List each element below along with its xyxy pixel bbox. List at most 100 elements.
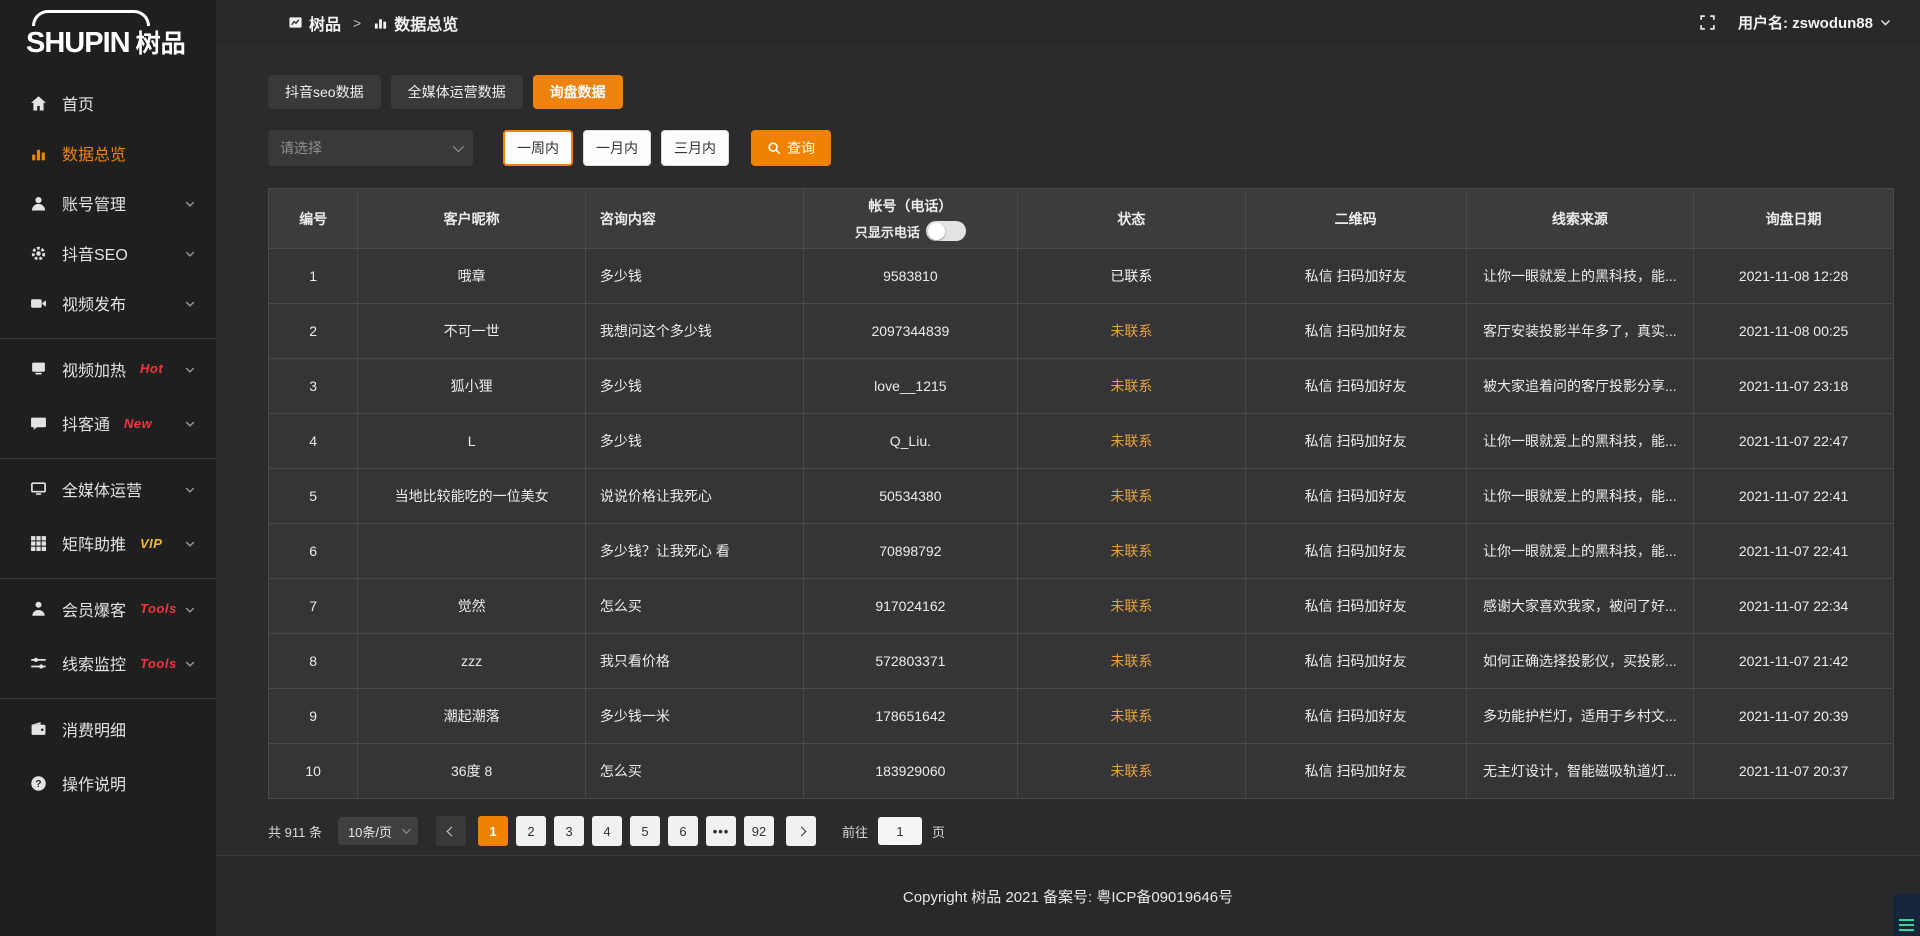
sidebar-menu-item[interactable]: 全媒体运营 xyxy=(0,458,216,518)
bar-chart-icon xyxy=(373,15,388,30)
page-number-button[interactable]: 1 xyxy=(478,816,508,846)
sidebar-menu: 首页 数据总览 账号管理 xyxy=(0,78,216,808)
user-menu[interactable]: 用户名: zswodun88 xyxy=(1738,12,1892,33)
page-number-button[interactable]: 6 xyxy=(668,816,698,846)
page-number-button[interactable]: ••• xyxy=(706,816,736,846)
sidebar-menu-item[interactable]: 线索监控 Tools xyxy=(0,638,216,688)
cell-date: 2021-11-08 00:25 xyxy=(1694,304,1894,359)
cell-qrcode-link[interactable]: 私信 扫码加好友 xyxy=(1245,744,1466,799)
goto-suffix-label: 页 xyxy=(932,822,945,841)
cell-content: 多少钱 xyxy=(585,414,803,469)
page-size-select[interactable]: 10条/页 xyxy=(338,817,418,845)
chat-widget[interactable] xyxy=(1893,894,1920,936)
sidebar-menu-item[interactable]: 矩阵助推 VIP xyxy=(0,518,216,568)
cell-status: 未联系 xyxy=(1018,634,1246,689)
cell-qrcode-link[interactable]: 私信 扫码加好友 xyxy=(1245,579,1466,634)
prev-page-button[interactable] xyxy=(436,816,466,846)
sidebar-menu-item[interactable]: 视频发布 xyxy=(0,278,216,328)
sidebar-item-label: 首页 xyxy=(62,91,94,115)
chevron-right-icon xyxy=(796,826,806,836)
cell-qrcode-link[interactable]: 私信 扫码加好友 xyxy=(1245,359,1466,414)
chevron-down-icon xyxy=(184,537,196,549)
col-header-no: 编号 xyxy=(269,189,358,249)
cell-nickname: 狐小狸 xyxy=(358,359,586,414)
breadcrumb-item[interactable]: 树品 xyxy=(288,11,341,35)
table-row: 7 觉然 怎么买 917024162 未联系 私信 扫码加好友 感谢大家喜欢我家… xyxy=(269,579,1894,634)
cell-qrcode-link[interactable]: 私信 扫码加好友 xyxy=(1245,469,1466,524)
page-number-button[interactable]: 5 xyxy=(630,816,660,846)
query-button[interactable]: 查询 xyxy=(751,130,831,166)
table-row: 3 狐小狸 多少钱 love__1215 未联系 私信 扫码加好友 被大家追着问… xyxy=(269,359,1894,414)
select-placeholder: 请选择 xyxy=(280,138,322,158)
sidebar-menu-item[interactable]: 数据总览 xyxy=(0,128,216,178)
sidebar-menu-item[interactable]: ? 操作说明 xyxy=(0,758,216,808)
content-area: 抖音seo数据 全媒体运营数据 询盘数据 请选择 一周内 一月内 xyxy=(216,45,1920,855)
sidebar-menu-item[interactable]: 抖音SEO xyxy=(0,228,216,278)
chevron-down-icon xyxy=(184,417,196,429)
fullscreen-icon[interactable] xyxy=(1699,14,1716,31)
member-icon xyxy=(30,600,47,617)
sidebar-menu-item[interactable]: 账号管理 xyxy=(0,178,216,228)
cell-source-link[interactable]: 无主灯设计，智能磁吸轨道灯... xyxy=(1466,744,1694,799)
help-icon: ? xyxy=(30,775,47,792)
cell-source-link[interactable]: 如何正确选择投影仪，买投影... xyxy=(1466,634,1694,689)
sidebar-menu-item[interactable]: 会员爆客 Tools xyxy=(0,578,216,638)
sidebar-menu-item[interactable]: 消费明细 xyxy=(0,698,216,758)
cell-status: 未联系 xyxy=(1018,689,1246,744)
col-header-date: 询盘日期 xyxy=(1694,189,1894,249)
home-icon xyxy=(30,95,47,112)
goto-page-input[interactable] xyxy=(878,817,922,845)
cell-source-link[interactable]: 多功能护栏灯，适用于乡村文... xyxy=(1466,689,1694,744)
sidebar-menu-item[interactable]: 抖客通 New xyxy=(0,398,216,448)
breadcrumb: 树品 > 数据总览 xyxy=(288,11,458,35)
cell-no: 6 xyxy=(269,524,358,579)
next-page-button[interactable] xyxy=(786,816,816,846)
user-icon xyxy=(30,195,47,212)
cell-qrcode-link[interactable]: 私信 扫码加好友 xyxy=(1245,689,1466,744)
cell-qrcode-link[interactable]: 私信 扫码加好友 xyxy=(1245,249,1466,304)
chat-icon xyxy=(30,415,47,432)
period-button[interactable]: 一周内 xyxy=(503,130,573,166)
cell-source-link[interactable]: 让你一眼就爱上的黑科技，能... xyxy=(1466,414,1694,469)
cell-qrcode-link[interactable]: 私信 扫码加好友 xyxy=(1245,634,1466,689)
sliders-icon xyxy=(30,655,47,672)
breadcrumb-item[interactable]: > 数据总览 xyxy=(341,11,458,35)
pagination: 共 911 条 10条/页 1 2 3 4 5 6 xyxy=(268,816,1894,846)
copyright-label: Copyright 树品 2021 备案号: 粤ICP备09019646号 xyxy=(903,886,1233,907)
tab-button[interactable]: 抖音seo数据 xyxy=(268,75,381,109)
cell-content: 怎么买 xyxy=(585,579,803,634)
cell-source-link[interactable]: 客厅安装投影半年多了，真实... xyxy=(1466,304,1694,359)
table-row: 8 zzz 我只看价格 572803371 未联系 私信 扫码加好友 如何正确选… xyxy=(269,634,1894,689)
cell-source-link[interactable]: 让你一眼就爱上的黑科技，能... xyxy=(1466,469,1694,524)
period-button[interactable]: 三月内 xyxy=(661,130,729,166)
page-number-button[interactable]: 3 xyxy=(554,816,584,846)
cell-source-link[interactable]: 让你一眼就爱上的黑科技，能... xyxy=(1466,524,1694,579)
cell-nickname: 哦章 xyxy=(358,249,586,304)
main-column: 树品 > 数据总览 用户名: zswodun88 xyxy=(216,0,1920,936)
tab-button[interactable]: 全媒体运营数据 xyxy=(391,75,523,109)
cell-source-link[interactable]: 让你一眼就爱上的黑科技，能... xyxy=(1466,249,1694,304)
cell-content: 说说价格让我死心 xyxy=(585,469,803,524)
cell-qrcode-link[interactable]: 私信 扫码加好友 xyxy=(1245,414,1466,469)
page-number-button[interactable]: 2 xyxy=(516,816,546,846)
cell-status: 未联系 xyxy=(1018,359,1246,414)
period-button[interactable]: 一月内 xyxy=(583,130,651,166)
cell-source-link[interactable]: 感谢大家喜欢我家，被问了好... xyxy=(1466,579,1694,634)
sidebar-menu-item[interactable]: 视频加热 Hot xyxy=(0,338,216,398)
video-heat-icon xyxy=(30,360,47,377)
cell-status: 已联系 xyxy=(1018,249,1246,304)
brand-logo: SHUPIN 树品 xyxy=(0,0,216,64)
cell-nickname: 当地比较能吃的一位美女 xyxy=(358,469,586,524)
chevron-left-icon xyxy=(446,826,456,836)
page-number-button[interactable]: 4 xyxy=(592,816,622,846)
only-phone-toggle[interactable] xyxy=(926,221,966,241)
cell-account: 50534380 xyxy=(803,469,1018,524)
cell-account: 917024162 xyxy=(803,579,1018,634)
filter-select[interactable]: 请选择 xyxy=(268,130,473,166)
sidebar-menu-item[interactable]: 首页 xyxy=(0,78,216,128)
page-number-button[interactable]: 92 xyxy=(744,816,774,846)
cell-qrcode-link[interactable]: 私信 扫码加好友 xyxy=(1245,304,1466,359)
tab-button[interactable]: 询盘数据 xyxy=(533,75,623,109)
cell-qrcode-link[interactable]: 私信 扫码加好友 xyxy=(1245,524,1466,579)
cell-source-link[interactable]: 被大家追着问的客厅投影分享... xyxy=(1466,359,1694,414)
